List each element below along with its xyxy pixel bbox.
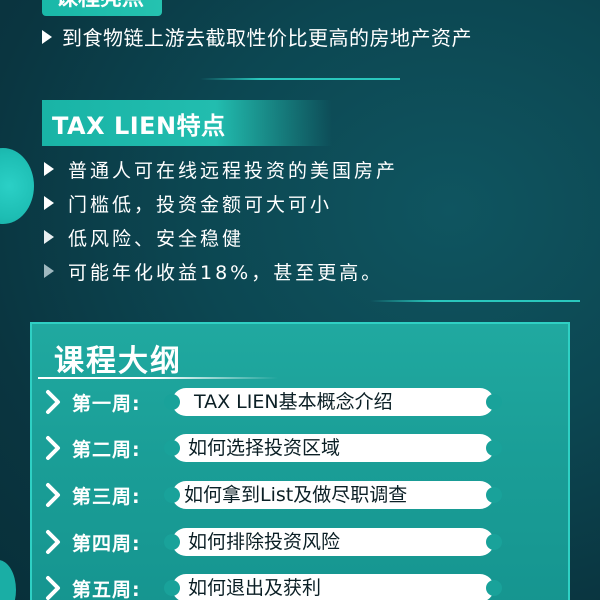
week-topic: TAX LIEN基本概念介绍 [194, 391, 393, 413]
triangle-right-icon [44, 162, 54, 176]
outline-title-underline [38, 377, 278, 379]
week-topic-pill: 如何排除投资风险 [164, 528, 502, 556]
highlights-header-pill: 课程亮点 [42, 0, 162, 16]
week-topic: 如何拿到List及做尽职调查 [184, 484, 408, 506]
divider-line [200, 78, 400, 80]
week-label: 第三周: [72, 485, 141, 508]
chevron-right-icon [40, 480, 66, 510]
week-label: 第四周: [72, 532, 141, 555]
week-label: 第五周: [72, 578, 141, 600]
week-topic-pill: 如何拿到List及做尽职调查 [164, 481, 502, 509]
divider-line [370, 300, 580, 302]
week-row: 第四周: 如何排除投资风险 [40, 524, 502, 560]
triangle-right-icon [44, 264, 54, 278]
week-topic: 如何排除投资风险 [188, 531, 341, 553]
decorative-circle [0, 560, 16, 600]
week-row: 第三周: 如何拿到List及做尽职调查 [40, 477, 502, 513]
tax-lien-header: TAX LIEN特点 [42, 100, 332, 146]
week-row: 第五周: 如何退出及获利 [40, 570, 502, 600]
feature-text: 普通人可在线远程投资的美国房产 [68, 159, 399, 182]
feature-text: 可能年化收益18%，甚至更高。 [68, 261, 384, 284]
chevron-right-icon [40, 387, 66, 417]
highlights-title: 课程亮点 [56, 0, 144, 12]
week-topic: 如何选择投资区域 [188, 437, 341, 459]
feature-text: 低风险、安全稳健 [68, 227, 245, 250]
decorative-circle [0, 148, 34, 224]
week-topic-pill: TAX LIEN基本概念介绍 [164, 388, 502, 416]
chevron-right-icon [40, 433, 66, 463]
week-topic-pill: 如何退出及获利 [164, 574, 502, 600]
feature-item: 门槛低，投资金额可大可小 [44, 186, 398, 220]
tax-lien-title: TAX LIEN特点 [52, 111, 226, 140]
triangle-right-icon [44, 230, 54, 244]
tagline-text: 到食物链上游去截取性价比更高的房地产资产 [62, 26, 472, 50]
chevron-right-icon [40, 573, 66, 600]
tax-lien-feature-list: 普通人可在线远程投资的美国房产 门槛低，投资金额可大可小 低风险、安全稳健 可能… [44, 152, 398, 288]
week-label: 第一周: [72, 392, 141, 415]
outline-title: 课程大纲 [54, 344, 182, 379]
week-topic: 如何退出及获利 [188, 577, 322, 599]
feature-item: 可能年化收益18%，甚至更高。 [44, 254, 398, 288]
week-row: 第一周: TAX LIEN基本概念介绍 [40, 384, 502, 420]
feature-item: 普通人可在线远程投资的美国房产 [44, 152, 398, 186]
week-label: 第二周: [72, 438, 141, 461]
triangle-right-icon [42, 29, 52, 44]
triangle-right-icon [44, 196, 54, 210]
week-row: 第二周: 如何选择投资区域 [40, 430, 502, 466]
course-poster: 课程亮点 到食物链上游去截取性价比更高的房地产资产 TAX LIEN特点 普通人… [0, 0, 600, 600]
week-topic-pill: 如何选择投资区域 [164, 434, 502, 462]
tagline: 到食物链上游去截取性价比更高的房地产资产 [42, 22, 472, 51]
chevron-right-icon [40, 527, 66, 557]
feature-text: 门槛低，投资金额可大可小 [68, 193, 333, 216]
feature-item: 低风险、安全稳健 [44, 220, 398, 254]
